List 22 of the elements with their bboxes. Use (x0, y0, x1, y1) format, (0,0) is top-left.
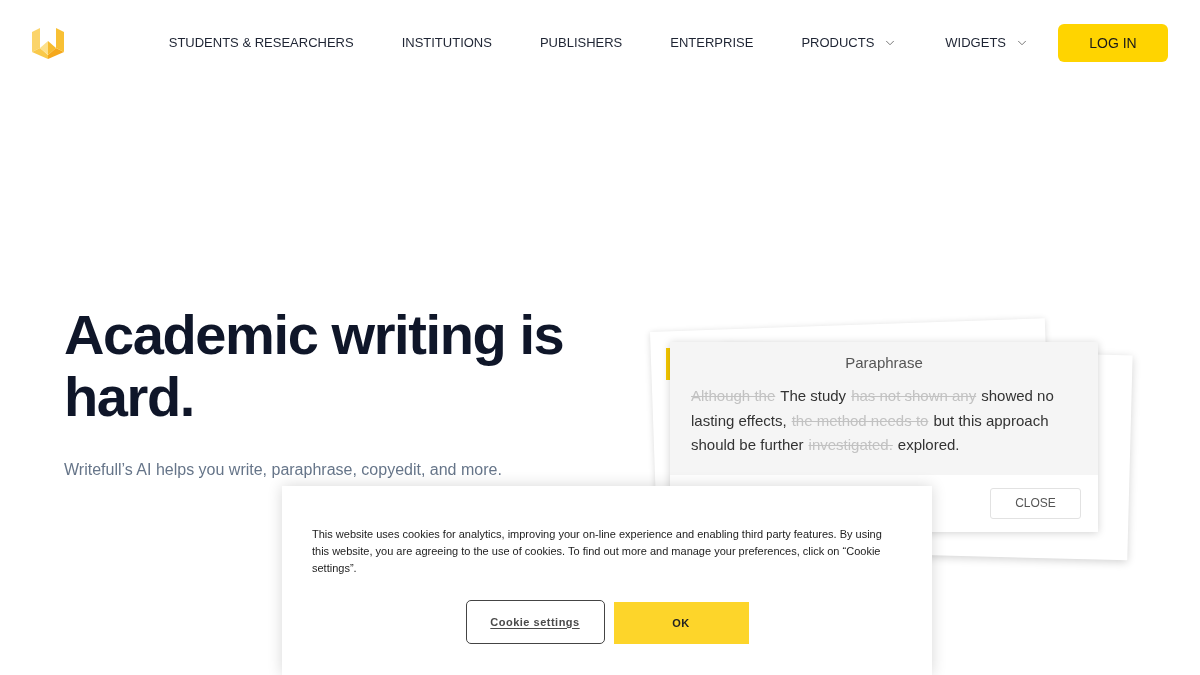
hero-subtitle: Writefull’s AI helps you write, paraphrase, copyedit, and more. (64, 460, 503, 480)
nav-link[interactable]: INSTITUTIONS (401, 33, 492, 53)
card-title: Paraphrase (844, 353, 924, 373)
nav-link[interactable]: STUDENTS & RESEARCHERS (168, 33, 354, 53)
revised-text: but this approach (933, 410, 1049, 431)
cookie-message: This website uses cookies for analytics, improving your on-line experience and enabling third party features. By using this website, you are agreeing to the use of cookies. To find out more and manage your preferences, click on “Cookie settings”. (312, 527, 883, 576)
nav-link[interactable]: PRODUCTS (801, 33, 898, 53)
nav-link[interactable]: WIDGETS (945, 33, 1029, 53)
close-button[interactable]: CLOSE (990, 487, 1081, 519)
revised-text: explored. (897, 435, 960, 455)
cookie-settings-button[interactable]: Cookie settings (465, 600, 605, 644)
logo-icon[interactable] (32, 27, 64, 59)
ok-button[interactable]: OK (613, 602, 749, 644)
login-button[interactable]: LOG IN (1058, 24, 1168, 62)
hero-heading: Academic writing is hard. (64, 304, 565, 428)
revised-text: lasting effects, (691, 410, 787, 431)
revised-text: showed no (981, 386, 1054, 406)
accent-bar (666, 348, 670, 380)
nav-link[interactable]: PUBLISHERS (539, 33, 623, 53)
nav-link[interactable]: ENTERPRISE (670, 33, 754, 53)
revised-text: The study (780, 386, 847, 406)
revised-text: should be further (691, 435, 804, 455)
